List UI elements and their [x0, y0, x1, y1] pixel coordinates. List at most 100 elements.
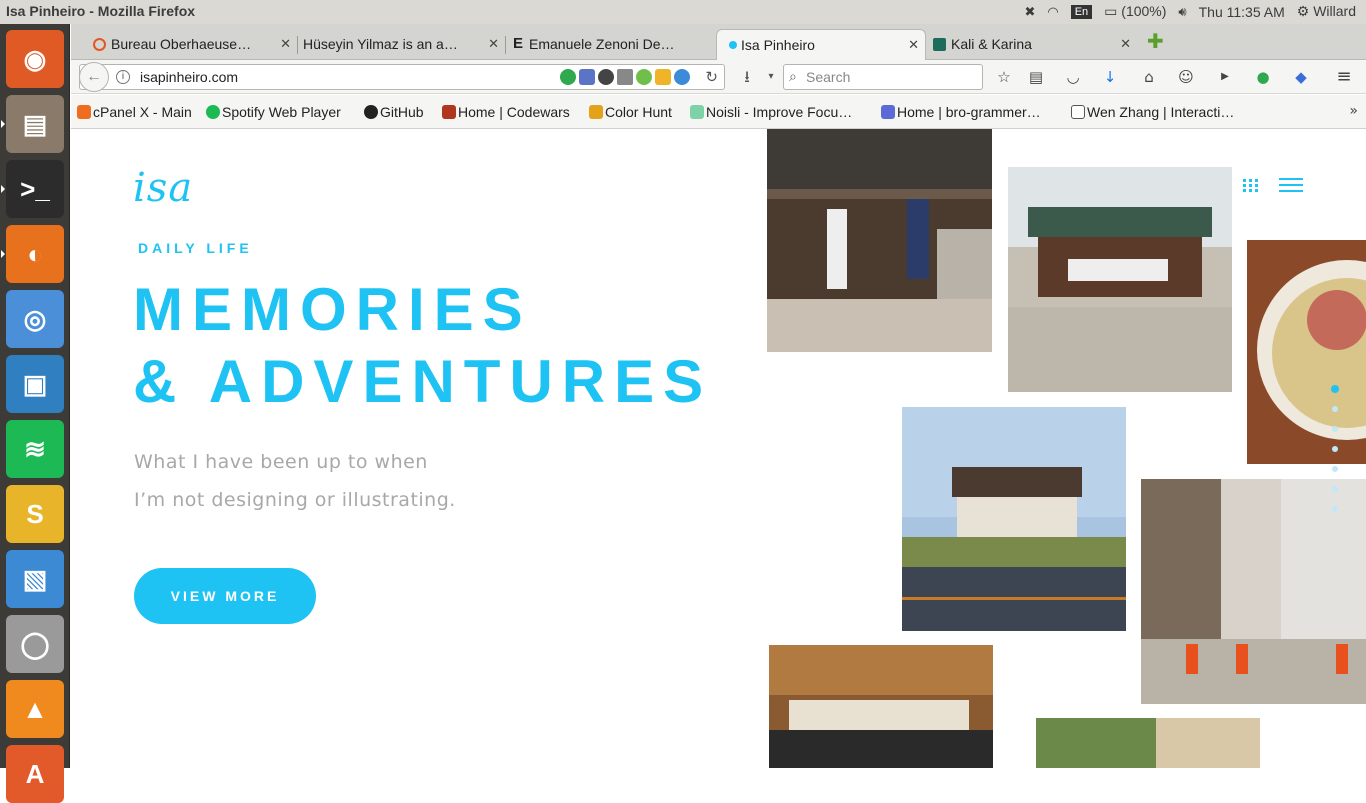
- tab-kali-karina[interactable]: Kali & Karina ✕: [927, 29, 1137, 60]
- terminal-icon: >_: [20, 173, 50, 204]
- navigation-toolbar: ← i isapinheiro.com ↻ ⭳ ▾ ⌕ Search ☆ ▤ ◡…: [71, 60, 1366, 94]
- tab-emanuele-zenoni[interactable]: E Emanuele Zenoni De…: [505, 29, 715, 60]
- dropbox-icon[interactable]: ✖: [1024, 4, 1035, 20]
- wen-zhang-icon: [1071, 105, 1085, 119]
- bookmark-noisli[interactable]: Noisli - Improve Focu…: [690, 104, 852, 120]
- bookmark-codewars[interactable]: Home | Codewars: [442, 104, 570, 120]
- launcher-vlc[interactable]: ▲: [6, 680, 64, 738]
- youtube-icon[interactable]: ▶: [1214, 66, 1236, 88]
- battery-icon: ▭: [1104, 3, 1118, 19]
- close-tab-icon[interactable]: ✕: [908, 37, 919, 53]
- unity-launcher: ◉ ▤ >_ ◐ ◎ ▣ ≋ S ▧ ◯ ▲ A: [0, 24, 70, 803]
- tab-huseyin-yilmaz[interactable]: Hüseyin Yilmaz is an ant… ✕: [295, 29, 505, 60]
- downloads-dropdown-icon[interactable]: ▾: [759, 65, 783, 89]
- section-eyebrow: DAILY LIFE: [138, 240, 253, 256]
- download-icon[interactable]: ↓: [1099, 66, 1121, 88]
- reload-icon[interactable]: ↻: [705, 68, 718, 86]
- close-tab-icon[interactable]: ✕: [488, 36, 499, 52]
- bookmark-label: Noisli - Improve Focu…: [706, 104, 853, 120]
- battery-indicator[interactable]: ▭ (100%): [1104, 3, 1166, 20]
- photo-shrine[interactable]: [1008, 167, 1232, 392]
- me-ext-icon[interactable]: [617, 69, 633, 85]
- launcher-libreoffice-draw[interactable]: ▧: [6, 550, 64, 608]
- tab-bureau-oberhaeuser[interactable]: Bureau Oberhaeuse… ✕: [87, 29, 297, 60]
- photo-garden[interactable]: [1036, 718, 1260, 768]
- tab-label: Bureau Oberhaeuse…: [111, 36, 252, 52]
- close-tab-icon[interactable]: ✕: [1120, 36, 1131, 52]
- grammarly-icon[interactable]: ●: [1252, 66, 1274, 88]
- back-arrow-icon: ←: [86, 68, 102, 85]
- chrome-icon: ◎: [23, 303, 47, 334]
- launcher-app-frame[interactable]: ▣: [6, 355, 64, 413]
- photo-japanese-shopfront[interactable]: [767, 129, 992, 352]
- php-ext-icon[interactable]: [579, 69, 595, 85]
- carousel-dot[interactable]: [1332, 446, 1338, 452]
- new-tab-button[interactable]: ✚: [1147, 31, 1167, 52]
- reading-list-icon[interactable]: ▤: [1025, 66, 1047, 88]
- clock[interactable]: Thu 11:35 AM: [1199, 4, 1285, 20]
- close-tab-icon[interactable]: ✕: [280, 36, 291, 52]
- layers-icon[interactable]: ◆: [1290, 66, 1312, 88]
- chat-icon[interactable]: ☺: [1175, 66, 1197, 88]
- app-frame-icon: ▣: [22, 368, 48, 399]
- running-indicator: [1, 250, 5, 258]
- site-info-icon[interactable]: i: [116, 70, 130, 84]
- grammarly-ext-icon[interactable]: [560, 69, 576, 85]
- photo-izakaya[interactable]: [769, 645, 993, 768]
- launcher-dash-home[interactable]: ◉: [6, 30, 64, 88]
- wifi-icon[interactable]: ◠: [1047, 4, 1058, 20]
- page-content: isa DAILY LIFE MEMORIES & ADVENTURES Wha…: [71, 129, 1366, 768]
- launcher-slack[interactable]: S: [6, 485, 64, 543]
- launcher-spotify[interactable]: ≋: [6, 420, 64, 478]
- jquery-ext-icon[interactable]: [674, 69, 690, 85]
- home-icon[interactable]: ⌂: [1138, 66, 1160, 88]
- downloads-arrow-icon[interactable]: ⭳: [735, 65, 759, 89]
- vue-ext-icon[interactable]: [636, 69, 652, 85]
- volume-icon[interactable]: 🔊︎: [1178, 4, 1186, 20]
- carousel-dot[interactable]: [1332, 406, 1338, 412]
- carousel-dot[interactable]: [1332, 466, 1338, 472]
- carousel-dot[interactable]: [1332, 486, 1338, 492]
- js-ext-icon[interactable]: [655, 69, 671, 85]
- grid-view-icon[interactable]: [1243, 179, 1259, 193]
- photo-street-cones[interactable]: [1141, 479, 1366, 704]
- launcher-files[interactable]: ▤: [1, 95, 64, 153]
- system-tray: ✖ ◠ En ▭ (100%) 🔊︎ Thu 11:35 AM ⚙ Willar…: [1024, 3, 1356, 20]
- bookmark-bro-grammer[interactable]: Home | bro-grammer…: [881, 104, 1041, 120]
- tab-label: Hüseyin Yilmaz is an ant…: [303, 36, 463, 52]
- hamburger-menu-icon[interactable]: ≡: [1333, 66, 1355, 88]
- pocket-icon[interactable]: ◡: [1062, 66, 1084, 88]
- url-bar[interactable]: ← i isapinheiro.com ↻: [79, 62, 725, 92]
- bookmark-cpanel[interactable]: cPanel X - Main: [77, 104, 192, 120]
- back-button[interactable]: ←: [79, 62, 109, 92]
- user-menu[interactable]: ⚙ Willard: [1297, 3, 1356, 20]
- view-more-button[interactable]: VIEW MORE: [134, 568, 316, 624]
- keyboard-layout-indicator[interactable]: En: [1070, 4, 1093, 19]
- carousel-dot-active[interactable]: [1331, 385, 1339, 393]
- launcher-software-center[interactable]: A: [6, 745, 64, 803]
- wordpress-ext-icon[interactable]: [598, 69, 614, 85]
- search-icon: ⌕: [789, 68, 797, 84]
- search-field[interactable]: ⌕ Search: [783, 64, 983, 90]
- bookmark-wen-zhang[interactable]: Wen Zhang | Interacti…: [1071, 104, 1234, 120]
- tab-isa-pinheiro[interactable]: Isa Pinheiro ✕: [716, 29, 926, 60]
- subtitle-line-2: I’m not designing or illustrating.: [134, 489, 456, 511]
- bookmarks-overflow-button[interactable]: »: [1349, 103, 1358, 119]
- photo-ramen-bowl[interactable]: [1247, 240, 1366, 464]
- launcher-chrome[interactable]: ◎: [6, 290, 64, 348]
- launcher-terminal[interactable]: >_: [1, 160, 64, 218]
- bookmark-spotify[interactable]: Spotify Web Player: [206, 104, 341, 120]
- gear-icon: ⚙: [1296, 3, 1310, 19]
- bro-grammer-icon: [881, 105, 895, 119]
- carousel-dot[interactable]: [1332, 426, 1338, 432]
- site-logo[interactable]: isa: [133, 165, 193, 211]
- launcher-disk[interactable]: ◯: [6, 615, 64, 673]
- photo-station-building[interactable]: [902, 407, 1126, 631]
- carousel-dot[interactable]: [1332, 506, 1338, 512]
- bookmark-star-icon[interactable]: ☆: [993, 66, 1015, 88]
- bookmark-color-hunt[interactable]: Color Hunt: [589, 104, 672, 120]
- bookmark-github[interactable]: GitHub: [364, 104, 424, 120]
- hamburger-menu-icon[interactable]: [1279, 178, 1305, 194]
- url-text[interactable]: isapinheiro.com: [140, 69, 238, 85]
- launcher-firefox[interactable]: ◐: [1, 225, 64, 283]
